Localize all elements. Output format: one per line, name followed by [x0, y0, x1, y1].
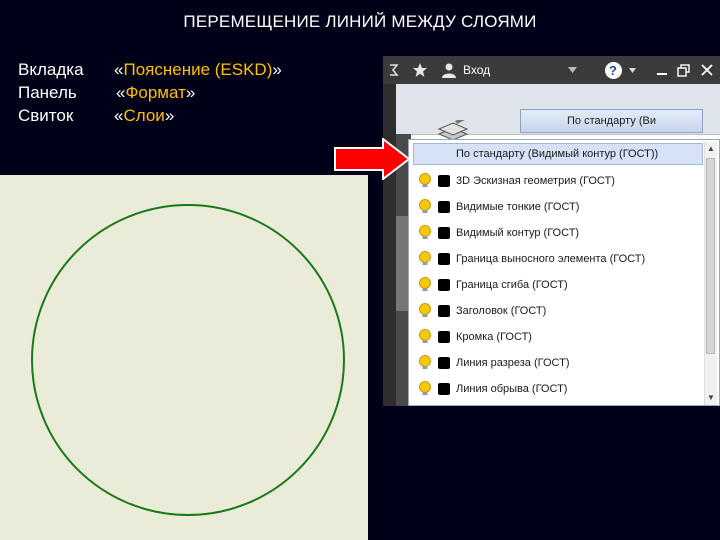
layer-item[interactable]: Заголовок (ГОСТ)	[413, 298, 703, 324]
layer-item-label: Граница выносного элемента (ГОСТ)	[456, 253, 646, 265]
circle-geometry[interactable]	[31, 204, 345, 516]
dropdown-selected-item[interactable]: По стандарту (Видимый контур (ГОСТ))	[413, 143, 703, 165]
color-swatch[interactable]	[438, 383, 450, 395]
layer-item[interactable]: Линия обрыва (ГОСТ)	[413, 376, 703, 402]
help-icon[interactable]: ?	[603, 56, 623, 84]
instruction-value: «Слои»	[114, 106, 175, 125]
layer-item-label: 3D Эскизная геометрия (ГОСТ)	[456, 175, 615, 187]
color-swatch[interactable]	[438, 201, 450, 213]
layer-item[interactable]: Линия разреза (ГОСТ)	[413, 350, 703, 376]
lightbulb-icon[interactable]	[418, 277, 432, 293]
scroll-thumb[interactable]	[706, 158, 715, 354]
color-swatch[interactable]	[438, 279, 450, 291]
partial-icon	[387, 56, 401, 84]
instruction-value: «Формат»	[116, 83, 196, 102]
scroll-up-icon[interactable]: ▲	[705, 143, 717, 155]
circle-drawing	[31, 204, 345, 516]
layer-item[interactable]: Граница сгиба (ГОСТ)	[413, 272, 703, 298]
help-dropdown-icon[interactable]	[626, 56, 638, 84]
instruction-key: Вкладка	[18, 60, 84, 79]
layer-item[interactable]: Кромка (ГОСТ)	[413, 324, 703, 350]
chevron-down-icon[interactable]	[565, 56, 579, 84]
lightbulb-icon[interactable]	[418, 329, 432, 345]
drawing-canvas[interactable]	[0, 175, 368, 540]
red-pointer-arrow-icon	[334, 138, 411, 180]
instruction-key: Свиток	[18, 106, 74, 125]
lightbulb-icon[interactable]	[418, 303, 432, 319]
lightbulb-icon[interactable]	[418, 173, 432, 189]
lightbulb-icon[interactable]	[418, 355, 432, 371]
layer-item[interactable]: Граница выносного элемента (ГОСТ)	[413, 246, 703, 272]
login-button[interactable]: Вход	[463, 56, 499, 84]
dropdown-scrollbar[interactable]: ▲ ▼	[704, 142, 717, 405]
minimize-icon[interactable]	[654, 56, 670, 84]
restore-icon[interactable]	[674, 56, 692, 84]
help-label: ?	[604, 61, 622, 79]
layer-item-label: Линия разреза (ГОСТ)	[456, 357, 570, 369]
slide-title: ПЕРЕМЕЩЕНИЕ ЛИНИЙ МЕЖДУ СЛОЯМИ	[183, 12, 537, 31]
layer-item-label: Заголовок (ГОСТ)	[456, 305, 547, 317]
instruction-value: «Пояснение (ESKD)»	[114, 60, 282, 79]
lightbulb-icon[interactable]	[418, 381, 432, 397]
favorites-star-icon[interactable]	[409, 56, 431, 84]
layer-item[interactable]: Видимый контур (ГОСТ)	[413, 220, 703, 246]
color-swatch[interactable]	[438, 331, 450, 343]
color-swatch[interactable]	[438, 305, 450, 317]
layer-item-label: Видимый контур (ГОСТ)	[456, 227, 580, 239]
scroll-down-icon[interactable]: ▼	[705, 392, 717, 404]
layer-item[interactable]: 3D Эскизная геометрия (ГОСТ)	[413, 168, 703, 194]
layer-select[interactable]: По стандарту (Ви	[520, 109, 703, 133]
layer-item-label: Граница сгиба (ГОСТ)	[456, 279, 568, 291]
ribbon-left-edge	[383, 84, 396, 406]
layer-item-label: Видимые тонкие (ГОСТ)	[456, 201, 580, 213]
color-swatch[interactable]	[438, 253, 450, 265]
layer-item[interactable]: Видимые тонкие (ГОСТ)	[413, 194, 703, 220]
color-swatch[interactable]	[438, 357, 450, 369]
layer-item-label: Кромка (ГОСТ)	[456, 331, 532, 343]
layer-dropdown-list[interactable]: По стандарту (Видимый контур (ГОСТ)) 3D …	[408, 139, 720, 406]
color-swatch[interactable]	[438, 227, 450, 239]
color-swatch[interactable]	[438, 175, 450, 187]
close-icon[interactable]	[698, 56, 716, 84]
instruction-key: Панель	[18, 83, 77, 102]
lightbulb-icon[interactable]	[418, 251, 432, 267]
title-bar: Вход ?	[383, 56, 720, 84]
layer-item-label: Линия обрыва (ГОСТ)	[456, 383, 568, 395]
lightbulb-icon[interactable]	[418, 225, 432, 241]
user-icon[interactable]	[439, 56, 459, 84]
lightbulb-icon[interactable]	[418, 199, 432, 215]
